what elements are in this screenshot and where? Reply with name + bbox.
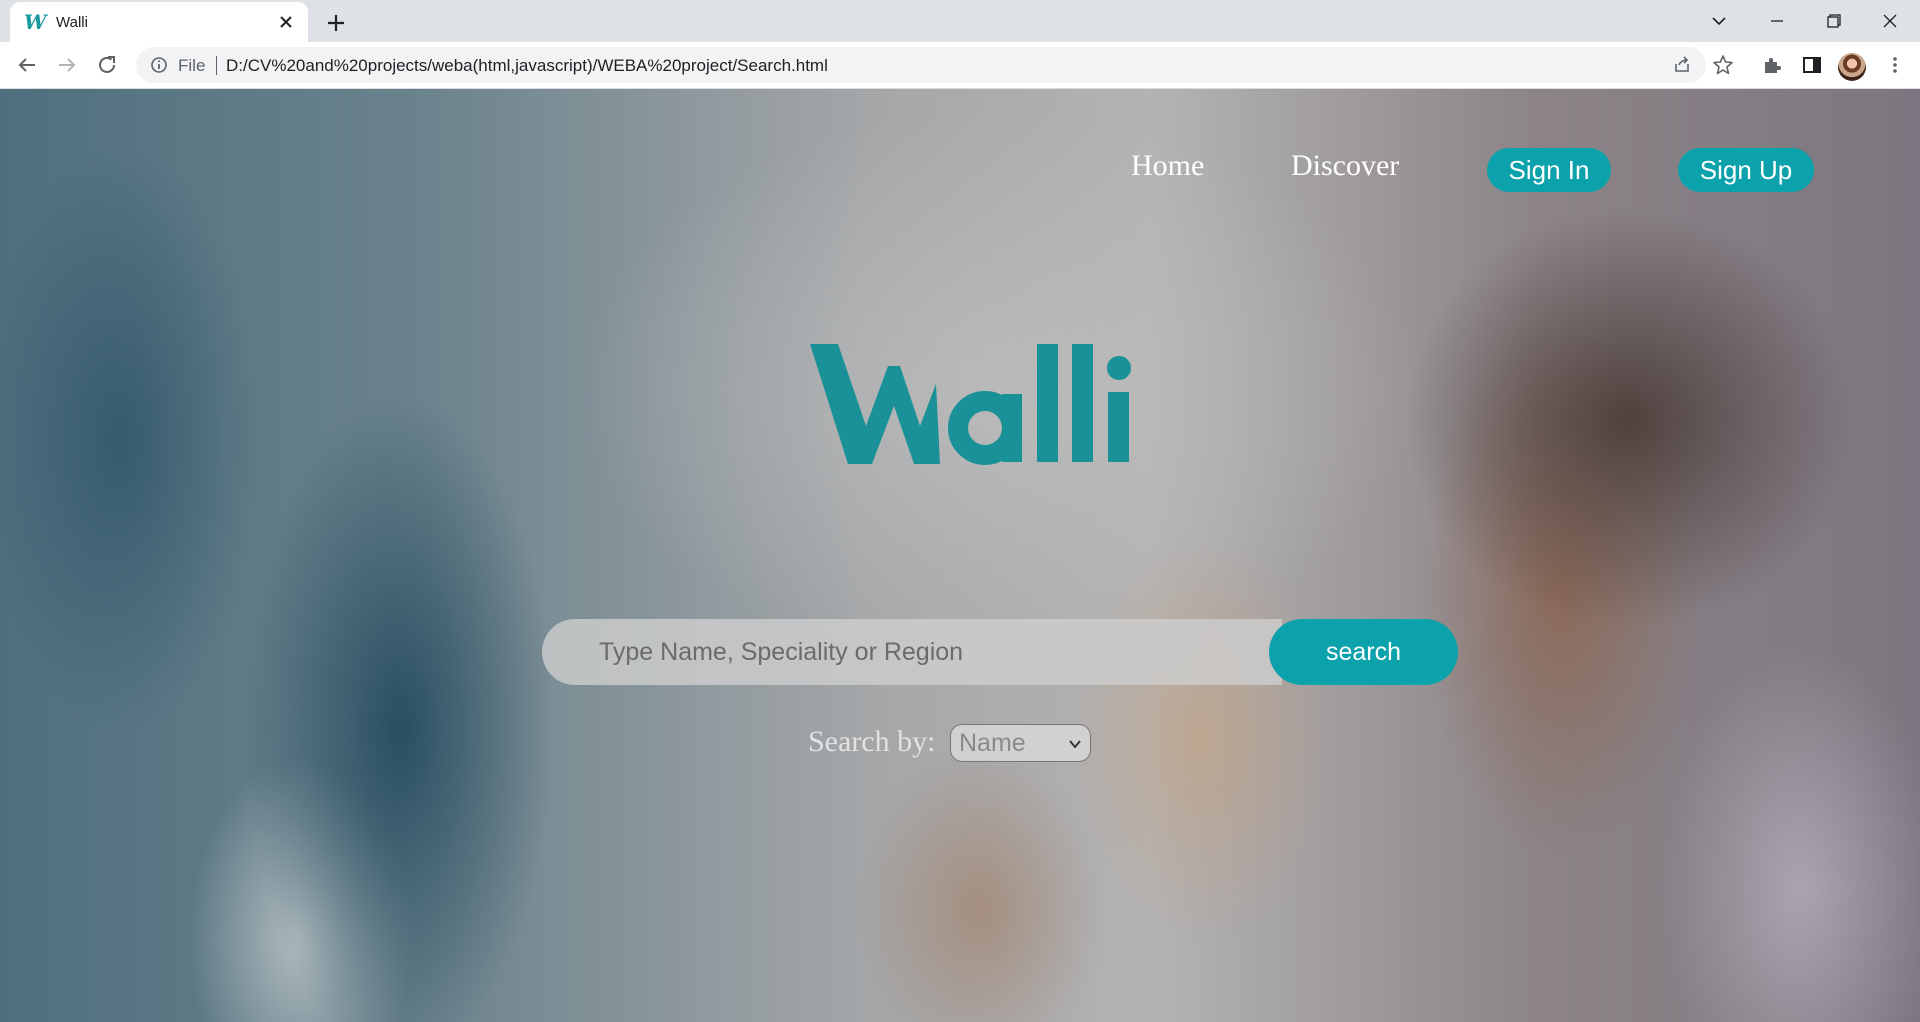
search-by-select[interactable]: Name xyxy=(950,724,1091,762)
search-button[interactable]: search xyxy=(1269,619,1458,685)
page-viewport: Home Discover Sign In Sign Up search Sea… xyxy=(0,89,1920,1022)
side-panel-icon[interactable] xyxy=(1801,54,1823,76)
chevron-down-icon xyxy=(1068,737,1082,751)
menu-kebab-icon[interactable] xyxy=(1884,54,1906,76)
share-icon[interactable] xyxy=(1672,55,1692,75)
scheme-label: File xyxy=(178,56,206,75)
extensions-puzzle-icon[interactable] xyxy=(1761,54,1783,76)
browser-tab[interactable]: W Walli xyxy=(10,2,308,42)
nav-home-link[interactable]: Home xyxy=(1131,149,1204,183)
search-input[interactable] xyxy=(542,619,1282,685)
search-by-selected-value: Name xyxy=(959,729,1026,757)
tab-title: Walli xyxy=(56,13,88,31)
sign-in-button[interactable]: Sign In xyxy=(1487,148,1611,192)
nav-discover-link[interactable]: Discover xyxy=(1291,149,1399,183)
walli-logo xyxy=(808,334,1148,484)
url-text[interactable]: D:/CV%20and%20projects/weba(html,javascr… xyxy=(226,56,828,76)
search-by-label: Search by: xyxy=(808,725,936,758)
walli-favicon-icon: W xyxy=(24,10,47,34)
tab-strip: W Walli xyxy=(0,0,1920,42)
browser-toolbar: File D:/CV%20and%20projects/weba(html,ja… xyxy=(0,42,1920,89)
sign-up-button[interactable]: Sign Up xyxy=(1678,148,1814,192)
new-tab-icon[interactable] xyxy=(322,9,350,37)
restore-icon[interactable] xyxy=(1810,6,1856,36)
address-bar[interactable]: File D:/CV%20and%20projects/weba(html,ja… xyxy=(136,47,1706,83)
tab-search-chevron-icon[interactable] xyxy=(1696,6,1742,36)
bookmark-star-icon[interactable] xyxy=(1712,54,1734,76)
close-window-icon[interactable] xyxy=(1867,6,1913,36)
info-icon[interactable] xyxy=(150,56,168,74)
blurred-background-image xyxy=(0,89,1920,1022)
omnibox-separator xyxy=(216,56,217,75)
minimize-icon[interactable] xyxy=(1754,6,1800,36)
back-arrow-icon[interactable] xyxy=(13,51,41,79)
close-tab-icon[interactable] xyxy=(276,12,296,32)
forward-arrow-icon[interactable] xyxy=(53,51,81,79)
profile-avatar[interactable] xyxy=(1838,53,1866,81)
reload-icon[interactable] xyxy=(93,51,121,79)
